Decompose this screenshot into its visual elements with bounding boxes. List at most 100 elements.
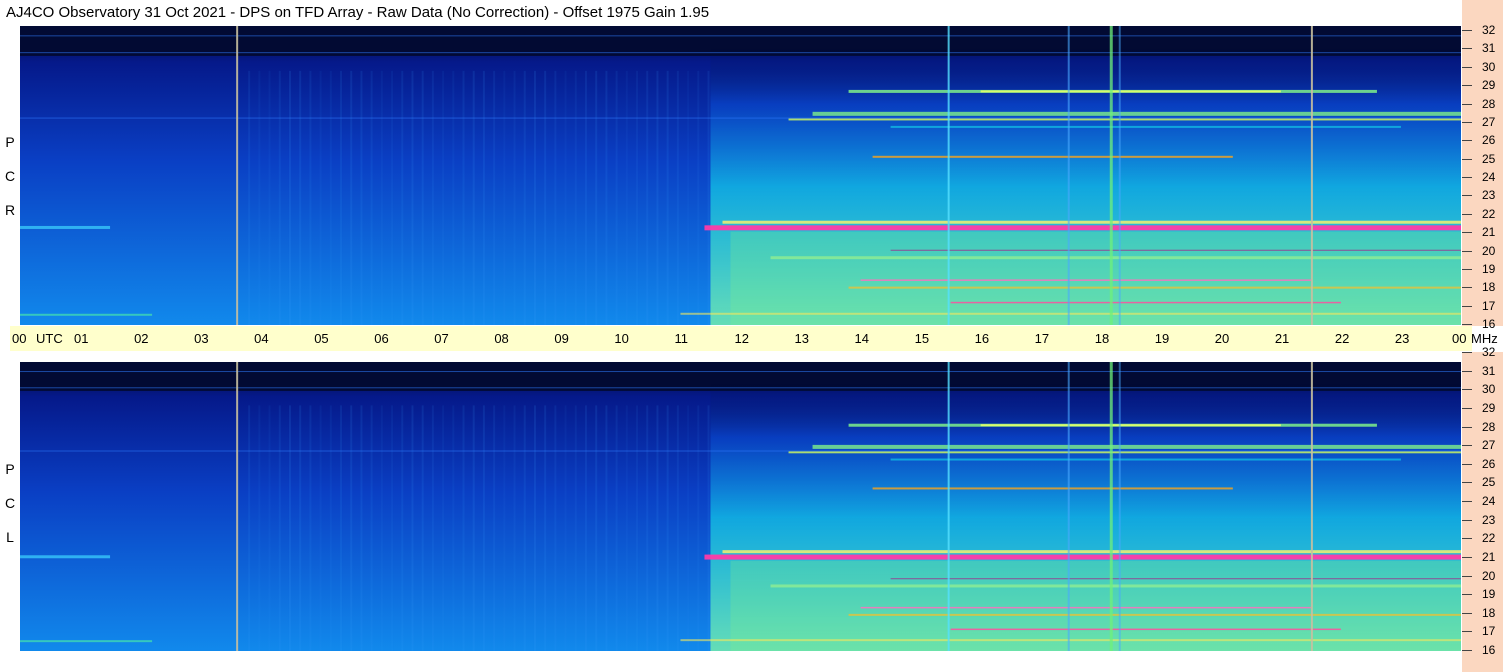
- lcp-spike-1: [1067, 362, 1070, 651]
- freq-tick-bottom-16: [1462, 650, 1472, 651]
- lcp-streak: [584, 405, 587, 651]
- lcp-band-1: [980, 424, 1281, 427]
- freq-label-bottom-32: 32: [1482, 345, 1496, 359]
- lcp-streak: [268, 405, 271, 651]
- freq-tick-bottom-28: [1462, 427, 1472, 428]
- rcp-marker-1: [1310, 26, 1313, 325]
- time-label-20: 20: [1214, 331, 1230, 346]
- lcp-band-13: [680, 639, 1461, 642]
- freq-tick-top-16: [1462, 324, 1472, 325]
- time-label-09: 09: [554, 331, 569, 346]
- lcp-streak: [554, 405, 557, 651]
- rcp-marker-0: [236, 26, 239, 325]
- lcp-streak: [564, 405, 567, 651]
- freq-tick-top-24: [1462, 177, 1472, 178]
- rcp-streak: [411, 70, 414, 325]
- time-label-12: 12: [734, 331, 749, 346]
- rcp-streak: [442, 70, 445, 325]
- lcp-streak: [340, 405, 343, 651]
- lcp-streak: [493, 405, 496, 651]
- freq-tick-top-20: [1462, 251, 1472, 252]
- freq-label-bottom-29: 29: [1482, 401, 1496, 415]
- lcp-streak: [605, 405, 608, 651]
- freq-tick-bottom-29: [1462, 408, 1472, 409]
- lcp-streak: [360, 405, 363, 651]
- lcp-band-3: [788, 451, 1461, 454]
- rcp-streak: [544, 70, 547, 325]
- lcp-spike-2: [1109, 362, 1113, 651]
- rcp-streak: [533, 70, 536, 325]
- rcp-streak: [676, 70, 679, 325]
- freq-tick-bottom-20: [1462, 576, 1472, 577]
- lcp-streak: [707, 405, 710, 651]
- freq-tick-bottom-32: [1462, 352, 1472, 353]
- lcp-streak: [309, 405, 312, 651]
- lcp-streak: [350, 405, 353, 651]
- rcp-streak: [391, 70, 394, 325]
- lcp-band-7: [722, 550, 1461, 554]
- freq-tick-top-25: [1462, 159, 1472, 160]
- rcp-streak: [360, 70, 363, 325]
- rcp-band-11: [848, 286, 1461, 289]
- freq-tick-bottom-19: [1462, 594, 1472, 595]
- freq-label-top-19: 19: [1482, 262, 1496, 276]
- time-label-17: 17: [1034, 331, 1050, 346]
- lcp-early-low-carrier: [20, 640, 153, 643]
- time-label-11: 11: [674, 331, 688, 346]
- freq-label-top-30: 30: [1482, 60, 1496, 74]
- rcp-band-10: [860, 279, 1311, 281]
- freq-label-top-27: 27: [1482, 115, 1496, 129]
- rcp-streak: [595, 70, 598, 325]
- freq-tick-top-27: [1462, 122, 1472, 123]
- time-label-06: 06: [374, 331, 389, 346]
- rcp-streak: [656, 70, 659, 325]
- freq-label-bottom-24: 24: [1482, 494, 1496, 508]
- rcp-streak: [605, 70, 608, 325]
- rcp-streak: [462, 70, 465, 325]
- lcp-streak: [503, 405, 506, 651]
- lcp-streak: [380, 405, 383, 651]
- rcp-streak: [493, 70, 496, 325]
- rcp-streak: [554, 70, 557, 325]
- freq-tick-top-23: [1462, 195, 1472, 196]
- freq-label-top-29: 29: [1482, 78, 1496, 92]
- lcp-letter-l: L: [6, 529, 14, 545]
- freq-label-bottom-26: 26: [1482, 457, 1496, 471]
- rcp-streak: [431, 70, 434, 325]
- rcp-streak: [248, 70, 251, 325]
- freq-tick-top-30: [1462, 67, 1472, 68]
- rcp-streak: [584, 70, 587, 325]
- freq-tick-bottom-23: [1462, 520, 1472, 521]
- freq-label-bottom-25: 25: [1482, 475, 1496, 489]
- lcp-band-12: [950, 628, 1341, 631]
- time-label-04: 04: [254, 331, 269, 346]
- freq-label-top-26: 26: [1482, 133, 1496, 147]
- lcp-band-4: [890, 458, 1401, 461]
- rcp-streak: [636, 70, 639, 325]
- rcp-streak: [472, 70, 475, 325]
- freq-tick-bottom-31: [1462, 371, 1472, 372]
- rcp-streak: [646, 70, 649, 325]
- freq-tick-top-22: [1462, 214, 1472, 215]
- time-label-01: 01: [74, 331, 89, 346]
- lcp-streak: [278, 405, 281, 651]
- time-label-23: 23: [1394, 331, 1410, 346]
- lcp-spectrogram: [20, 362, 1461, 651]
- lcp-band-11: [848, 613, 1461, 616]
- rcp-streak: [513, 70, 516, 325]
- time-label-19: 19: [1154, 331, 1170, 346]
- rcp-streak: [401, 70, 404, 325]
- lcp-band-6: [704, 554, 1461, 560]
- rcp-letter-c: C: [4, 168, 16, 184]
- freq-tick-top-17: [1462, 306, 1472, 307]
- rcp-low-band-glow: [730, 231, 1461, 325]
- rcp-streak: [564, 70, 567, 325]
- time-label-10: 10: [614, 331, 629, 346]
- time-label-15: 15: [914, 331, 930, 346]
- rcp-band-4: [890, 125, 1401, 128]
- rcp-streak: [615, 70, 618, 325]
- freq-label-bottom-20: 20: [1482, 569, 1496, 583]
- freq-tick-bottom-30: [1462, 389, 1472, 390]
- freq-label-top-24: 24: [1482, 170, 1496, 184]
- freq-label-bottom-22: 22: [1482, 531, 1496, 545]
